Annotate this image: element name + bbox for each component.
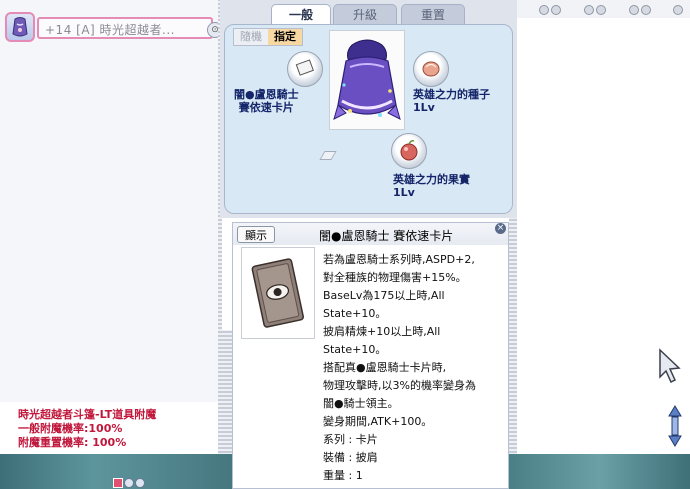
enchant-reset-rate: 附魔重置機率: 100% — [18, 436, 127, 449]
enchant-window: 一般 升級 重置 隨機 指定 闇●盧恩騎士 賽依速卡片 英雄之力的種子 1Lv … — [220, 0, 517, 218]
description-line: 搭配真●盧恩騎士卡片時, — [323, 361, 447, 374]
fruit-label-line2: 1Lv — [393, 186, 415, 199]
seed-label-line1: 英雄之力的種子 — [413, 88, 490, 101]
status-dot-icon — [629, 5, 639, 15]
fruit-label-line1: 英雄之力的果實 — [393, 173, 470, 186]
status-icon — [124, 478, 134, 488]
status-icon — [113, 478, 123, 488]
mode-toggle: 隨機 指定 — [233, 28, 303, 46]
status-dot-icon — [641, 5, 651, 15]
status-icon — [135, 478, 145, 488]
close-icon[interactable]: × — [495, 223, 506, 234]
status-dot-icon — [551, 5, 561, 15]
card-icon — [295, 59, 314, 76]
mode-assign-button[interactable]: 指定 — [268, 29, 302, 45]
cape-illustration-icon — [333, 39, 401, 120]
description-line: 變身期間,ATK+100。 — [323, 415, 433, 428]
enchant-node-seed-label: 英雄之力的種子 1Lv — [413, 88, 490, 114]
mode-random-button[interactable]: 隨機 — [234, 29, 268, 45]
tab-upgrade[interactable]: 升級 — [333, 4, 397, 24]
top-bar — [517, 0, 690, 18]
description-line: BaseLv為175以上時,All — [323, 289, 445, 302]
card-label-line1: 闇●盧恩騎士 — [234, 88, 299, 101]
description-line: 對全種族的物理傷害+15%。 — [323, 271, 467, 284]
enchant-node-fruit[interactable] — [391, 133, 427, 169]
description-line: 物理攻擊時,以3%的機率變身為 — [323, 379, 476, 392]
enchant-node-fruit-label: 英雄之力的果實 1Lv — [393, 173, 470, 199]
description-line: 若為盧恩騎士系列時,ASPD+2, — [323, 253, 475, 266]
equipment-name-field[interactable]: +14 [A] 時光超越者... ⊙ — [37, 17, 223, 39]
card-art-icon — [251, 258, 304, 328]
seed-label-line2: 1Lv — [413, 101, 435, 114]
enchant-node-card[interactable] — [287, 51, 323, 87]
status-dot-icon — [673, 5, 683, 15]
enchant-info-panel: 時光超越者斗篷-LT道具附魔 一般附魔機率:100% 附魔重置機率: 100% — [0, 402, 218, 454]
tab-general[interactable]: 一般 — [271, 4, 331, 24]
equipment-name: +14 [A] 時光超越者... — [45, 23, 175, 37]
description-line: State+10。 — [323, 343, 387, 356]
card-label-line2: 賽依速卡片 — [238, 101, 294, 114]
target-item-preview — [329, 30, 405, 130]
game-scene-strip-right — [509, 454, 690, 489]
equipment-slot[interactable]: +14 [A] 時光超越者... ⊙ — [5, 12, 223, 42]
mouse-cursor-icon — [659, 348, 681, 384]
item-equip-slot: 裝備 : 披肩 — [323, 451, 378, 464]
card-image — [241, 247, 315, 339]
item-series: 系列 : 卡片 — [323, 433, 378, 446]
right-panel — [517, 0, 690, 489]
item-info-header: 顯示 闇●盧恩騎士 賽依速卡片 × — [233, 223, 508, 245]
enchant-area: 隨機 指定 闇●盧恩騎士 賽依速卡片 英雄之力的種子 1Lv 英雄之力的果實 1… — [224, 24, 513, 214]
description-line: 闇●騎士領主。 — [323, 397, 399, 410]
description-line: State+10。 — [323, 307, 387, 320]
status-dot-icon — [596, 5, 606, 15]
status-dot-icon — [539, 5, 549, 15]
show-button[interactable]: 顯示 — [237, 226, 275, 243]
item-info-window: 顯示 闇●盧恩騎士 賽依速卡片 × 若為盧恩騎士系列時,ASPD+2, 對全種族… — [232, 222, 509, 489]
cape-item-icon — [5, 12, 35, 42]
fruit-icon — [400, 140, 418, 161]
empty-slot-marker — [319, 151, 337, 160]
enchant-node-seed[interactable] — [413, 51, 449, 87]
scroll-arrows-icon[interactable] — [667, 404, 683, 448]
tab-reset[interactable]: 重置 — [401, 4, 465, 24]
status-dot-icon — [584, 5, 594, 15]
description-line: 披肩精煉+10以上時,All — [323, 325, 441, 338]
enchant-node-card-label: 闇●盧恩騎士 賽依速卡片 — [234, 88, 299, 114]
seed-icon — [422, 61, 440, 77]
item-info-title: 闇●盧恩騎士 賽依速卡片 — [319, 229, 454, 243]
item-description: 若為盧恩騎士系列時,ASPD+2, 對全種族的物理傷害+15%。 BaseLv為… — [323, 251, 505, 485]
item-weight: 重量 : 1 — [323, 469, 363, 482]
